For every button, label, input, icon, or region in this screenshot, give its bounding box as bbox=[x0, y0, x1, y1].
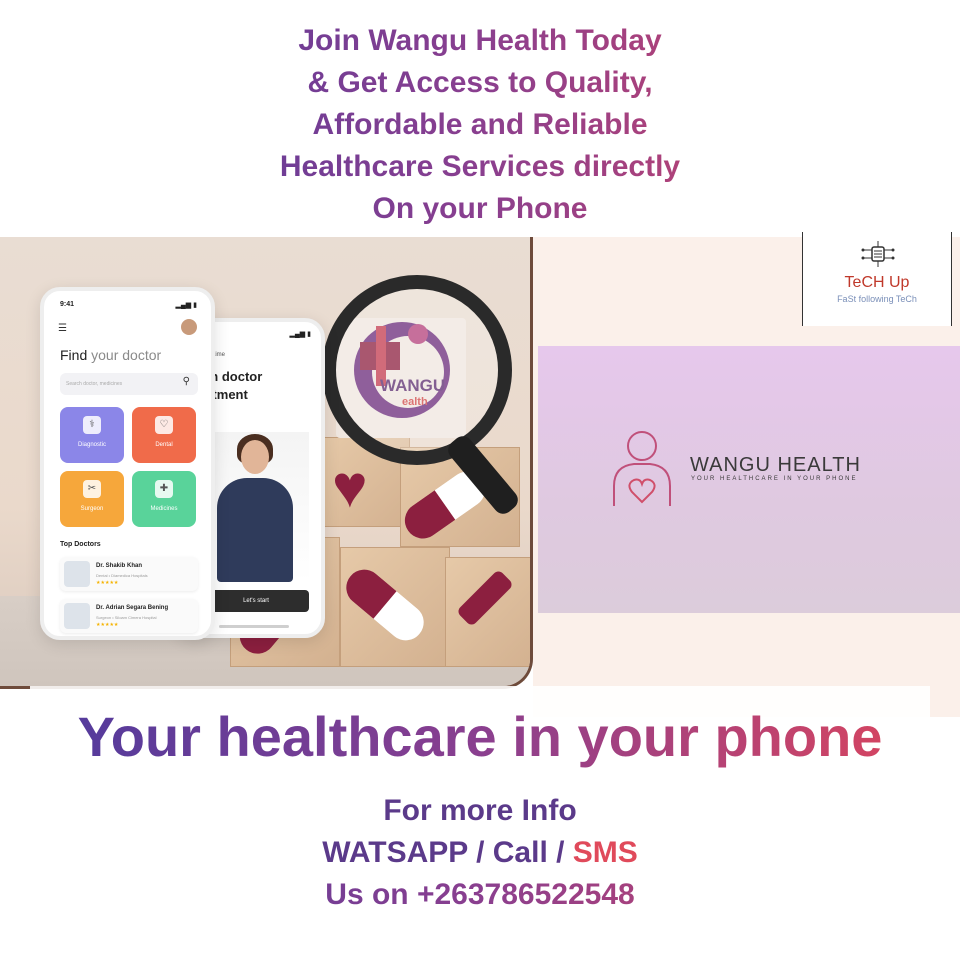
title-rest: your doctor bbox=[87, 347, 162, 363]
contact-info: For more Info WATSAPP / Call / SMS Us on… bbox=[0, 790, 960, 916]
doctor-list-item[interactable]: Dr. Shakib Khan Dental • Diamedica Hospi… bbox=[60, 557, 198, 591]
doctor-thumbnail bbox=[64, 561, 90, 587]
hamburger-icon[interactable]: ☰ bbox=[58, 323, 67, 334]
headline-line: On your Phone bbox=[0, 188, 960, 230]
home-indicator bbox=[219, 625, 289, 628]
contact-phone[interactable]: Us on +263786522548 bbox=[0, 874, 960, 916]
contact-line: For more Info bbox=[383, 794, 577, 827]
doctor-name: Dr. Adrian Segara Bening bbox=[96, 605, 169, 611]
person-heart-icon bbox=[613, 431, 671, 506]
syringe-icon: ✂ bbox=[83, 480, 101, 498]
headline: Join Wangu Health Today & Get Access to … bbox=[0, 20, 960, 230]
search-input[interactable]: Search doctor, medicines ⚲ bbox=[60, 373, 198, 395]
contact-line: WATSAPP / Call / SMS bbox=[0, 832, 960, 874]
doctor-head bbox=[241, 440, 269, 474]
medicine-icon: ✚ bbox=[155, 480, 173, 498]
contact-channels: WATSAPP / Call / bbox=[322, 836, 573, 869]
tooth-icon: ♡ bbox=[155, 416, 173, 434]
brand-tagline: YOUR HEALTHCARE IN YOUR PHONE bbox=[691, 476, 858, 482]
magnifier-icon bbox=[322, 275, 512, 465]
phone-mockup-find-doctor: 9:41 ▂▄▆ ▮ ☰ Find your doctor Search doc… bbox=[40, 287, 215, 640]
title-find: Find bbox=[60, 347, 88, 363]
headline-line: Join Wangu Health Today bbox=[0, 20, 960, 62]
category-label: Diagnostic bbox=[77, 442, 106, 448]
doctor-photo bbox=[199, 432, 309, 582]
doctor-meta: Dental • Diamedica Hospitals bbox=[96, 573, 148, 578]
category-diagnostic[interactable]: ⚕ Diagnostic bbox=[60, 407, 124, 463]
search-placeholder: Search doctor, medicines bbox=[66, 381, 123, 387]
star-rating-icon: ★★★★★ bbox=[96, 622, 119, 628]
category-surgeon[interactable]: ✂ Surgeon bbox=[60, 471, 124, 527]
category-dental[interactable]: ♡ Dental bbox=[132, 407, 196, 463]
status-bar: ▂▄▆ ▮ bbox=[289, 331, 311, 338]
lets-start-button[interactable]: Let's start bbox=[203, 590, 309, 612]
section-title-top-doctors: Top Doctors bbox=[60, 541, 101, 548]
doctor-body bbox=[217, 478, 293, 582]
stethoscope-icon: ⚕ bbox=[83, 416, 101, 434]
category-label: Medicines bbox=[150, 506, 178, 512]
status-bar: ▂▄▆ ▮ bbox=[175, 302, 197, 309]
headline-line: & Get Access to Quality, bbox=[0, 62, 960, 104]
techup-badge: TeCH Up FaSt following TeCh bbox=[802, 232, 952, 326]
avatar[interactable] bbox=[181, 319, 197, 335]
status-time: 9:41 bbox=[60, 301, 75, 308]
doctor-list-item[interactable]: Dr. Adrian Segara Bening Surgeon • Siloa… bbox=[60, 599, 198, 633]
brand-title: WANGU HEALTH bbox=[690, 454, 861, 476]
heart-icon: ♥ bbox=[332, 453, 368, 520]
techup-title: TeCH Up bbox=[844, 274, 910, 291]
screen-title: Find your doctor bbox=[60, 347, 161, 363]
star-rating-icon: ★★★★★ bbox=[96, 580, 119, 586]
headline-line: Affordable and Reliable bbox=[0, 104, 960, 146]
techup-subtitle: FaSt following TeCh bbox=[837, 294, 917, 304]
doctor-meta: Surgeon • Siloam Cimera Hospital bbox=[96, 615, 157, 620]
contact-sms: SMS bbox=[572, 836, 638, 869]
tagline: Your healthcare in your phone bbox=[0, 702, 960, 772]
category-label: Surgeon bbox=[80, 506, 104, 512]
doctor-thumbnail bbox=[64, 603, 90, 629]
headline-line: Healthcare Services directly bbox=[0, 146, 960, 188]
circuit-chip-icon bbox=[861, 241, 895, 267]
category-medicines[interactable]: ✚ Medicines bbox=[132, 471, 196, 527]
category-label: Dental bbox=[155, 442, 173, 448]
doctor-name: Dr. Shakib Khan bbox=[96, 563, 143, 569]
search-icon[interactable]: ⚲ bbox=[183, 376, 190, 387]
